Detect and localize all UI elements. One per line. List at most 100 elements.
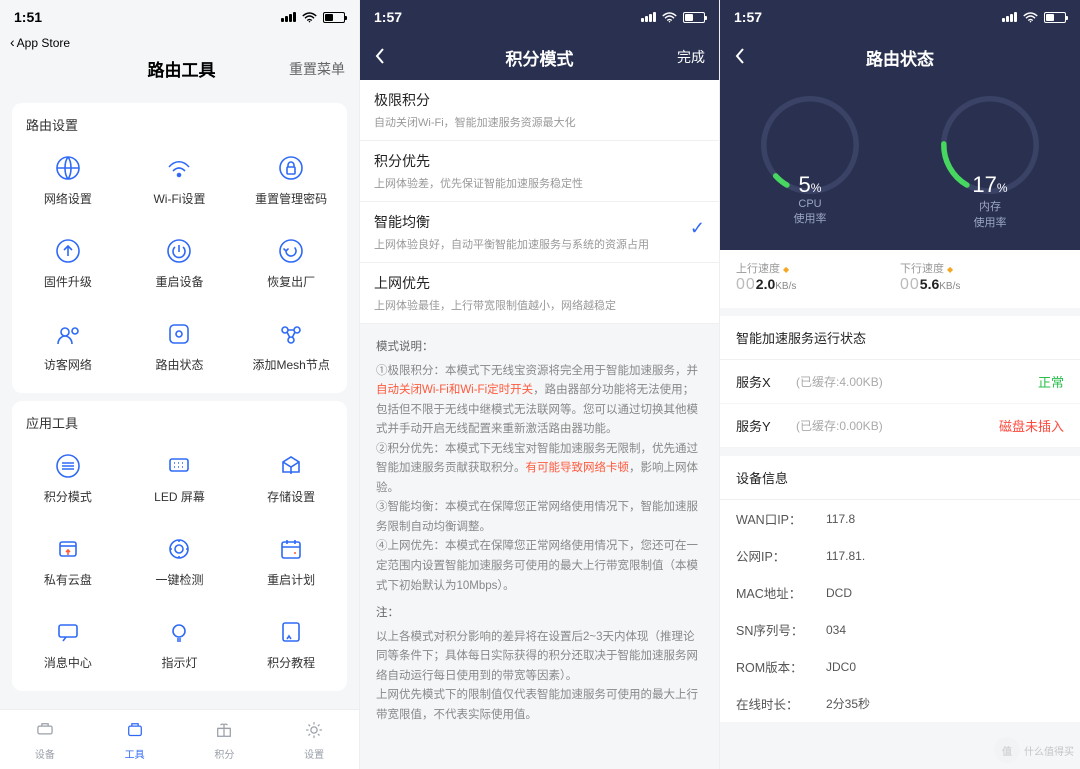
title-bar: 路由工具 重置菜单: [0, 50, 359, 95]
back-appstore[interactable]: ‹App Store: [0, 34, 359, 50]
router-settings-card: 路由设置 网络设置 Wi-Fi设置 重置管理密码固件升级重启设备 恢复出厂访客网络路由…: [12, 103, 347, 393]
tab-device[interactable]: 设备: [0, 710, 90, 769]
tile-label: 恢复出厂: [267, 273, 315, 290]
check-icon: ✓: [690, 218, 705, 239]
tile-tutorial[interactable]: 积分教程: [235, 604, 347, 687]
info-value: DCD: [826, 586, 1064, 600]
guest-icon: [54, 320, 82, 348]
tile-label: 消息中心: [44, 654, 92, 671]
back-button[interactable]: [734, 47, 784, 68]
cpu-gauge: 5%CPU使用率: [735, 90, 885, 230]
service-row[interactable]: 服务X(已缓存:4.00KB)正常: [720, 360, 1080, 404]
wifi-icon: [1023, 12, 1038, 23]
tile-factory[interactable]: 恢复出厂: [235, 223, 347, 306]
upgrade-icon: [54, 237, 82, 265]
gift-icon: [213, 719, 235, 744]
info-value: 2分35秒: [826, 695, 1064, 712]
service-status: 磁盘未插入: [999, 416, 1064, 435]
nav-bar: 路由状态: [720, 34, 1080, 80]
tile-label: 积分模式: [44, 488, 92, 505]
tile-guest[interactable]: 访客网络: [12, 306, 124, 389]
tile-msg[interactable]: 消息中心: [12, 604, 124, 687]
tile-label: 网络设置: [44, 190, 92, 207]
tile-storage[interactable]: 存储设置: [235, 438, 347, 521]
watermark: 值什么值得买: [994, 737, 1074, 763]
tile-lock[interactable]: 重置管理密码: [235, 140, 347, 223]
speed-bar: 上行速度◆ 002.0KB/s 下行速度◆ 005.6KB/s: [720, 250, 1080, 308]
tab-label: 设置: [304, 746, 324, 761]
cloud-icon: [54, 535, 82, 563]
reset-menu-button[interactable]: 重置菜单: [289, 59, 345, 79]
tile-label: 私有云盘: [44, 571, 92, 588]
tile-upgrade[interactable]: 固件升级: [12, 223, 124, 306]
tile-label: 添加Mesh节点: [252, 356, 329, 373]
tile-schedule[interactable]: 重启计划: [235, 521, 347, 604]
tab-tools[interactable]: 工具: [90, 710, 180, 769]
nav-title: 路由状态: [784, 45, 1016, 70]
option-desc: 上网体验良好，自动平衡智能加速服务与系统的资源占用: [374, 236, 705, 252]
mode-option[interactable]: 上网优先上网体验最佳，上行带宽限制值越小，网络越稳定: [360, 263, 719, 324]
upload-speed: 上行速度◆ 002.0KB/s: [736, 260, 900, 294]
tab-bar: 设备工具积分设置: [0, 709, 359, 769]
mode-option-list: 极限积分自动关闭Wi-Fi，智能加速服务资源最大化积分优先上网体验差，优先保证智…: [360, 80, 719, 324]
info-key: SN序列号：: [736, 620, 826, 639]
wifi-icon: [662, 12, 677, 23]
info-row: MAC地址：DCD: [720, 574, 1080, 611]
globe-icon: [54, 154, 82, 182]
option-title: 上网优先: [374, 273, 705, 293]
tile-label: LED 屏幕: [154, 488, 205, 505]
schedule-icon: [277, 535, 305, 563]
status-icon: [165, 320, 193, 348]
option-title: 积分优先: [374, 151, 705, 171]
tile-points[interactable]: 积分模式: [12, 438, 124, 521]
tile-scan[interactable]: 一键检测: [124, 521, 236, 604]
back-button[interactable]: [374, 47, 424, 68]
tab-gear[interactable]: 设置: [269, 710, 359, 769]
tile-label: Wi-Fi设置: [153, 190, 205, 207]
download-speed: 下行速度◆ 005.6KB/s: [900, 260, 1064, 294]
light-icon: [165, 618, 193, 646]
device-icon: [34, 719, 56, 744]
screen-router-tools: 1:51 ‹App Store 路由工具 重置菜单 路由设置 网络设置 Wi-Fi…: [0, 0, 360, 769]
info-key: WAN口IP：: [736, 509, 826, 528]
mode-option[interactable]: 智能均衡上网体验良好，自动平衡智能加速服务与系统的资源占用✓: [360, 202, 719, 263]
screen-points-mode: 1:57 积分模式 完成 极限积分自动关闭Wi-Fi，智能加速服务资源最大化积分…: [360, 0, 720, 769]
tile-wifi[interactable]: Wi-Fi设置: [124, 140, 236, 223]
option-desc: 自动关闭Wi-Fi，智能加速服务资源最大化: [374, 114, 705, 130]
mode-option[interactable]: 积分优先上网体验差，优先保证智能加速服务稳定性: [360, 141, 719, 202]
service-name: 服务Y: [736, 416, 796, 435]
mode-option[interactable]: 极限积分自动关闭Wi-Fi，智能加速服务资源最大化: [360, 80, 719, 141]
status-time: 1:51: [14, 9, 42, 25]
tile-globe[interactable]: 网络设置: [12, 140, 124, 223]
info-row: WAN口IP：117.8: [720, 500, 1080, 537]
tile-cloud[interactable]: 私有云盘: [12, 521, 124, 604]
option-desc: 上网体验最佳，上行带宽限制值越小，网络越稳定: [374, 297, 705, 313]
tile-label: 存储设置: [267, 488, 315, 505]
tile-status[interactable]: 路由状态: [124, 306, 236, 389]
info-key: 在线时长：: [736, 694, 826, 713]
msg-icon: [54, 618, 82, 646]
section-title: 路由设置: [12, 115, 347, 140]
tile-led[interactable]: LED 屏幕: [124, 438, 236, 521]
tile-mesh[interactable]: 添加Mesh节点: [235, 306, 347, 389]
led-icon: [165, 452, 193, 480]
done-button[interactable]: 完成: [655, 47, 705, 67]
service-cache: (已缓存:0.00KB): [796, 417, 999, 434]
wifi-icon: [302, 12, 317, 23]
tile-power[interactable]: 重启设备: [124, 223, 236, 306]
screen-router-status: 1:57 路由状态 5%CPU使用率 17%内存使用率 上行速度◆ 002.0K…: [720, 0, 1080, 769]
tile-label: 重启设备: [155, 273, 203, 290]
mesh-icon: [277, 320, 305, 348]
tile-label: 一键检测: [155, 571, 203, 588]
status-time: 1:57: [734, 9, 762, 25]
battery-icon: [1044, 12, 1066, 23]
info-key: ROM版本：: [736, 657, 826, 676]
tab-gift[interactable]: 积分: [180, 710, 270, 769]
tile-light[interactable]: 指示灯: [124, 604, 236, 687]
info-value: 117.8: [826, 512, 1064, 526]
storage-icon: [277, 452, 305, 480]
info-row: SN序列号：034: [720, 611, 1080, 648]
service-status-section: 智能加速服务运行状态 服务X(已缓存:4.00KB)正常服务Y(已缓存:0.00…: [720, 316, 1080, 448]
service-row[interactable]: 服务Y(已缓存:0.00KB)磁盘未插入: [720, 404, 1080, 448]
service-cache: (已缓存:4.00KB): [796, 373, 1038, 390]
